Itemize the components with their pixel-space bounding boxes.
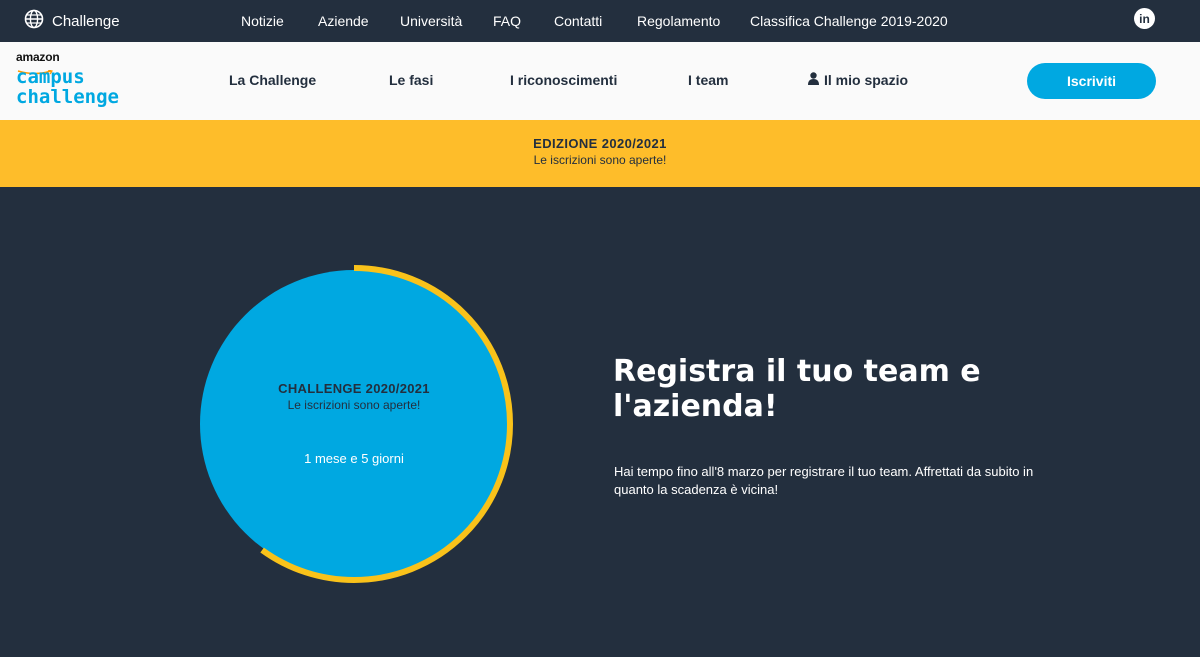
nav-item-mio-spazio[interactable]: Il mio spazio [808, 72, 908, 88]
top-links: Notizie Aziende Università FAQ Contatti … [0, 0, 1200, 42]
countdown-subtitle: Le iscrizioni sono aperte! [287, 398, 421, 412]
countdown-remaining: 1 mese e 5 giorni [304, 451, 404, 466]
top-link-aziende[interactable]: Aziende [318, 13, 369, 29]
iscriviti-button[interactable]: Iscriviti [1027, 63, 1156, 99]
logo-brand: amazon [16, 50, 60, 64]
top-link-faq[interactable]: FAQ [493, 13, 521, 29]
top-link-contatti[interactable]: Contatti [554, 13, 602, 29]
nav-item-le-fasi[interactable]: Le fasi [389, 72, 433, 88]
campus-challenge-logo[interactable]: amazon campus challenge [16, 50, 141, 112]
edition-banner: EDIZIONE 2020/2021 Le iscrizioni sono ap… [0, 120, 1200, 187]
top-utility-bar: Challenge Notizie Aziende Università FAQ… [0, 0, 1200, 42]
nav-item-la-challenge[interactable]: La Challenge [229, 72, 316, 88]
main-navigation: amazon campus challenge La Challenge Le … [0, 42, 1200, 120]
logo-line-challenge: challenge [16, 86, 119, 108]
countdown-circle: CHALLENGE 2020/2021 Le iscrizioni sono a… [198, 265, 516, 583]
nav-item-i-team[interactable]: I team [688, 72, 728, 88]
countdown-text: CHALLENGE 2020/2021 Le iscrizioni sono a… [198, 265, 516, 583]
top-link-classifica[interactable]: Classifica Challenge 2019-2020 [750, 13, 948, 29]
top-link-universita[interactable]: Università [400, 13, 462, 29]
banner-subtitle: Le iscrizioni sono aperte! [533, 153, 667, 167]
top-link-notizie[interactable]: Notizie [241, 13, 284, 29]
logo-line-campus: campus [16, 66, 85, 88]
user-icon [808, 72, 819, 88]
nav-item-riconoscimenti[interactable]: I riconoscimenti [510, 72, 617, 88]
banner-title: EDIZIONE 2020/2021 [533, 136, 667, 151]
linkedin-icon[interactable]: in [1134, 8, 1155, 29]
hero-section: CHALLENGE 2020/2021 Le iscrizioni sono a… [0, 187, 1200, 657]
countdown-title: CHALLENGE 2020/2021 [278, 381, 430, 396]
my-space-label: Il mio spazio [824, 72, 909, 88]
top-link-regolamento[interactable]: Regolamento [637, 13, 720, 29]
hero-description: Hai tempo fino all'8 marzo per registrar… [614, 464, 1034, 497]
hero-headline: Registra il tuo team e l'azienda! [613, 354, 981, 424]
